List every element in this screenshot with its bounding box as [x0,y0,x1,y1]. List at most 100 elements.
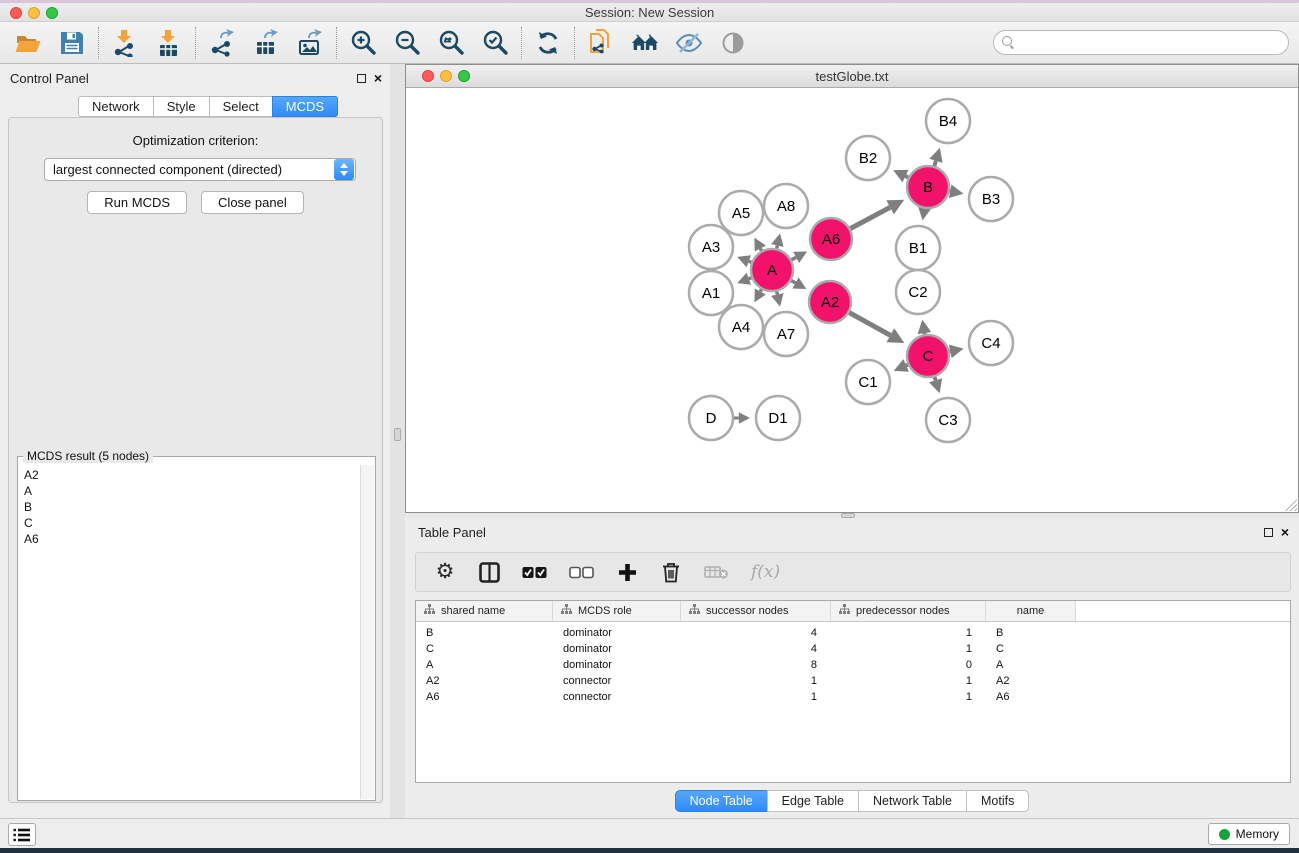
select-all-icon[interactable] [522,559,547,585]
export-image-icon[interactable] [296,29,324,57]
result-item[interactable]: A6 [24,531,359,547]
tab-network-table[interactable]: Network Table [858,790,967,812]
tab-edge-table[interactable]: Edge Table [767,790,859,812]
zoom-selected-icon[interactable] [481,29,509,57]
resize-grip-icon[interactable] [1285,499,1297,511]
table-row[interactable]: Bdominator41B [416,625,1290,641]
graph-edge-A6-B[interactable] [850,207,890,228]
graph-node-D[interactable]: D [689,396,733,440]
column-header-shared-name[interactable]: shared name [416,601,553,621]
graph-node-C4[interactable]: C4 [969,321,1013,365]
graph-edge-A-A2[interactable] [791,281,795,283]
graph-node-A5[interactable]: A5 [719,191,763,235]
graph-node-B3[interactable]: B3 [969,177,1013,221]
zoom-in-icon[interactable] [349,29,377,57]
graph-node-C2[interactable]: C2 [896,270,940,314]
table-row[interactable]: Cdominator41C [416,641,1290,657]
column-header-MCDS-role[interactable]: MCDS role [553,601,681,621]
column-header-predecessor-nodes[interactable]: predecessor nodes [831,601,986,621]
function-builder-icon[interactable]: f(x) [751,559,780,585]
table-row[interactable]: A2connector11A2 [416,673,1290,689]
column-header-name[interactable]: name [986,601,1076,621]
graph-edge-C-C3[interactable] [935,377,936,380]
graph-edge-B-B2[interactable] [905,176,908,177]
graph-node-B2[interactable]: B2 [846,136,890,180]
column-header-successor-nodes[interactable]: successor nodes [681,601,831,621]
graph-node-A8[interactable]: A8 [764,184,808,228]
graph-node-A4[interactable]: A4 [719,305,763,349]
tab-style[interactable]: Style [153,96,210,117]
export-network-icon[interactable] [208,29,236,57]
graph-node-B1[interactable]: B1 [896,226,940,270]
tab-node-table[interactable]: Node Table [675,790,768,812]
zoom-fit-icon[interactable] [437,29,465,57]
graph-node-A6[interactable]: A6 [810,218,852,260]
memory-button[interactable]: Memory [1208,823,1290,845]
delete-table-icon[interactable] [704,559,729,585]
graph-edge-A-A1[interactable] [749,278,752,279]
graph-edge-B-B4[interactable] [934,161,936,166]
add-column-icon[interactable] [616,559,638,585]
result-item[interactable]: A2 [24,467,359,483]
home-icon[interactable] [631,29,659,57]
table-row[interactable]: A6connector11A6 [416,689,1290,705]
show-graphics-details-icon[interactable] [719,29,747,57]
close-panel-icon[interactable]: × [1281,526,1289,538]
run-mcds-button[interactable]: Run MCDS [87,191,187,214]
vertical-split-divider[interactable] [390,64,405,818]
float-panel-icon[interactable] [357,74,366,83]
table-options-icon[interactable]: ⚙ [434,559,456,585]
import-network-icon[interactable] [111,29,139,57]
graph-edge-A2-C[interactable] [849,313,890,336]
tab-motifs[interactable]: Motifs [966,790,1029,812]
tab-mcds[interactable]: MCDS [272,96,338,117]
tab-network[interactable]: Network [78,96,154,117]
result-item[interactable]: A [24,483,359,499]
open-session-icon[interactable] [587,29,615,57]
graph-edge-A-A5[interactable] [760,248,761,250]
export-table-icon[interactable] [252,29,280,57]
graph-node-A7[interactable]: A7 [764,312,808,356]
tab-select[interactable]: Select [209,96,273,117]
graph-node-C[interactable]: C [907,335,949,377]
graph-edge-A-A7[interactable] [777,291,778,294]
graph-edge-C-C1[interactable] [906,365,908,366]
result-scrollbar[interactable] [360,465,374,799]
graph-node-C3[interactable]: C3 [926,398,970,442]
network-graph[interactable]: B4 B2 B B3 A8A5 A6 A3 B1 A C2 A1 A2 A4A7 C4 C C1 D D1 C3 [406,88,1298,512]
mcds-result-list: A2ABCA6 [18,463,359,799]
search-field[interactable] [993,30,1289,55]
import-table-icon[interactable] [155,29,183,57]
graph-node-A1[interactable]: A1 [689,271,733,315]
open-file-icon[interactable] [14,29,42,57]
graph-edge-A-A8[interactable] [777,245,778,248]
graph-node-A3[interactable]: A3 [689,225,733,269]
graph-node-B[interactable]: B [907,166,949,208]
graph-node-D1[interactable]: D1 [756,396,800,440]
unselect-all-icon[interactable] [569,559,594,585]
search-input[interactable] [1020,33,1288,53]
result-item[interactable]: C [24,515,359,531]
show-columns-icon[interactable] [478,559,500,585]
network-canvas[interactable]: B4 B2 B B3 A8A5 A6 A3 B1 A C2 A1 A2 A4A7 C4 C C1 D D1 C3 [406,88,1298,512]
delete-column-icon[interactable] [660,559,682,585]
save-session-icon[interactable] [58,29,86,57]
graph-node-A2[interactable]: A2 [809,281,851,323]
criterion-select[interactable]: largest connected component (directed) [44,158,356,181]
refresh-icon[interactable] [534,29,562,57]
table-row[interactable]: Adominator80A [416,657,1290,673]
hide-graphics-details-icon[interactable] [675,29,703,57]
float-panel-icon[interactable] [1264,528,1273,537]
divider-handle[interactable] [394,428,401,441]
close-panel-icon[interactable]: × [374,72,382,84]
graph-edge-A-A3[interactable] [749,261,752,262]
graph-edge-A-A6[interactable] [791,257,796,259]
close-panel-button[interactable]: Close panel [201,191,304,214]
result-item[interactable]: B [24,499,359,515]
graph-node-A[interactable]: A [751,249,793,291]
task-history-button[interactable] [8,823,36,846]
graph-node-B4[interactable]: B4 [926,99,970,143]
graph-node-C1[interactable]: C1 [846,360,890,404]
graph-edge-A-A4[interactable] [760,289,761,291]
zoom-out-icon[interactable] [393,29,421,57]
